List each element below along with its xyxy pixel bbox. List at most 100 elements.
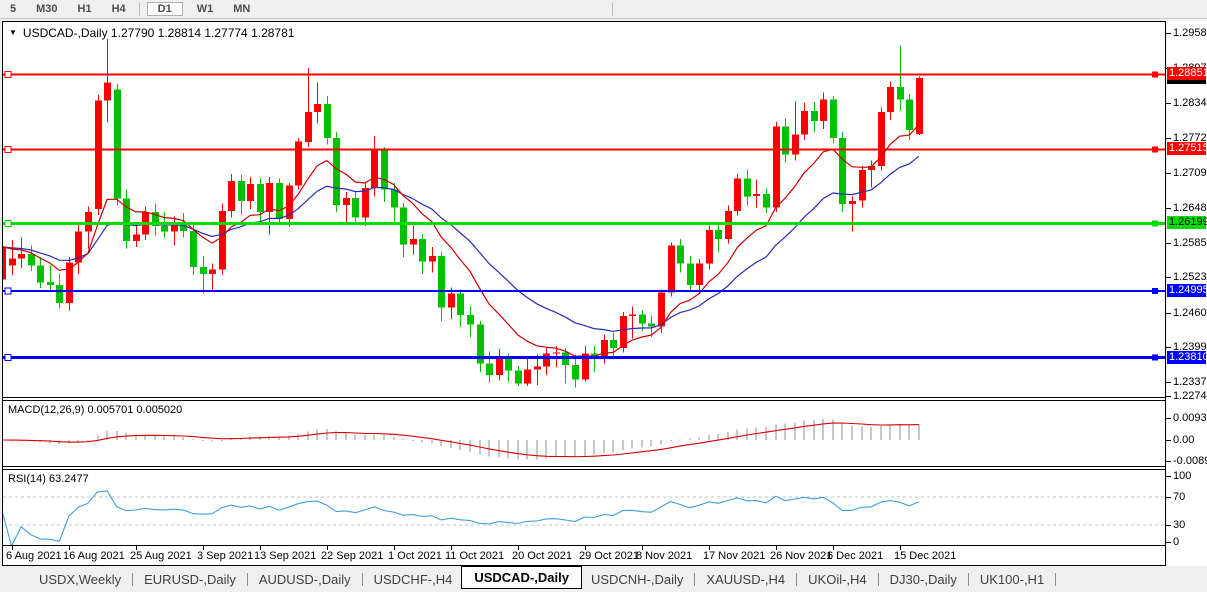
candle-body[interactable] (859, 169, 866, 201)
candle-body[interactable] (639, 314, 646, 324)
timeframe-button-w1[interactable]: W1 (191, 2, 220, 16)
candle-body[interactable] (56, 285, 63, 304)
candle-body[interactable] (114, 89, 121, 199)
candle-body[interactable] (849, 200, 856, 205)
candle-body[interactable] (133, 234, 140, 242)
candle-body[interactable] (238, 181, 245, 201)
pane-separator[interactable] (3, 466, 1165, 467)
candle-body[interactable] (438, 255, 445, 308)
line-handle-left[interactable] (4, 219, 12, 227)
candle-body[interactable] (706, 230, 713, 264)
candle-body[interactable] (410, 239, 417, 245)
candle-body[interactable] (744, 178, 751, 197)
candle-body[interactable] (715, 230, 722, 239)
candle-body[interactable] (95, 100, 102, 210)
line-handle-right[interactable] (1152, 287, 1158, 294)
candle-body[interactable] (314, 104, 321, 112)
candle-body[interactable] (343, 197, 350, 206)
candle-body[interactable] (324, 104, 331, 138)
line-handle-left[interactable] (4, 70, 12, 78)
candle-body[interactable] (266, 182, 273, 212)
candle-body[interactable] (610, 340, 617, 348)
tab-usdcnh-daily[interactable]: USDCNH-,Daily (582, 569, 692, 590)
candle-body[interactable] (219, 210, 226, 270)
candle-body[interactable] (247, 183, 254, 201)
candle-body[interactable] (734, 178, 741, 211)
candle-body[interactable] (543, 353, 550, 367)
candle-body[interactable] (429, 255, 436, 262)
timeframe-button-d1[interactable]: D1 (146, 2, 183, 16)
tab-ukoil-h4[interactable]: UKOil-,H4 (799, 569, 876, 590)
candle-body[interactable] (906, 99, 913, 130)
chart-dropdown-icon[interactable]: ▼ (9, 29, 17, 37)
tab-usdx-weekly[interactable]: USDX,Weekly (30, 569, 130, 590)
candle-body[interactable] (677, 245, 684, 264)
candle-body[interactable] (305, 112, 312, 142)
candle-body[interactable] (820, 99, 827, 121)
candle-body[interactable] (505, 358, 512, 371)
candle-body[interactable] (486, 363, 493, 375)
line-handle-left[interactable] (4, 354, 12, 362)
timeframe-button-h1[interactable]: H1 (72, 2, 98, 16)
candle-body[interactable] (524, 369, 531, 384)
candle-body[interactable] (257, 183, 264, 212)
candle-body[interactable] (792, 134, 799, 155)
candle-body[interactable] (534, 366, 541, 370)
candle-body[interactable] (515, 370, 522, 384)
candle-body[interactable] (391, 189, 398, 208)
candle-body[interactable] (18, 254, 25, 259)
line-handle-left[interactable] (4, 287, 12, 295)
tab-usdchf-h4[interactable]: USDCHF-,H4 (365, 569, 462, 590)
candle-body[interactable] (782, 126, 789, 155)
candle-body[interactable] (276, 182, 283, 219)
candle-body[interactable] (811, 110, 818, 121)
candle-body[interactable] (190, 231, 197, 268)
rsi-indicator-canvas[interactable] (3, 470, 1165, 545)
candle-body[interactable] (362, 187, 369, 218)
tab-uk100-h1[interactable]: UK100-,H1 (971, 569, 1053, 590)
candle-body[interactable] (753, 194, 760, 197)
candle-body[interactable] (467, 314, 474, 325)
candle-body[interactable] (161, 226, 168, 232)
candle-body[interactable] (658, 292, 665, 327)
candle-body[interactable] (47, 282, 54, 285)
pane-separator[interactable] (3, 397, 1165, 398)
candle-body[interactable] (419, 239, 426, 262)
main-chart-canvas[interactable] (3, 22, 1165, 397)
candle-body[interactable] (897, 87, 904, 100)
candle-body[interactable] (763, 194, 770, 208)
tab-dj30-daily[interactable]: DJ30-,Daily (881, 569, 966, 590)
tab-audusd-daily[interactable]: AUDUSD-,Daily (250, 569, 360, 590)
timeframe-button-m30[interactable]: M30 (30, 2, 63, 16)
candle-body[interactable] (887, 87, 894, 112)
line-handle-right[interactable] (1152, 220, 1158, 227)
candle-body[interactable] (371, 150, 378, 188)
line-handle-left[interactable] (4, 145, 12, 153)
candle-body[interactable] (916, 78, 923, 134)
line-handle-right[interactable] (1152, 71, 1158, 78)
candle-body[interactable] (333, 137, 340, 206)
candle-body[interactable] (209, 269, 216, 274)
candle-body[interactable] (448, 293, 455, 308)
candle-body[interactable] (687, 263, 694, 286)
candle-body[interactable] (352, 197, 359, 218)
candle-body[interactable] (9, 258, 16, 266)
line-handle-right[interactable] (1152, 354, 1158, 361)
timeframe-button-h4[interactable]: H4 (106, 2, 132, 16)
candle-body[interactable] (668, 245, 675, 293)
tab-usdcad-daily[interactable]: USDCAD-,Daily (461, 565, 582, 589)
candle-body[interactable] (295, 141, 302, 186)
candle-body[interactable] (572, 364, 579, 380)
candle-body[interactable] (648, 323, 655, 327)
candle-body[interactable] (830, 99, 837, 138)
timeframe-button-mn[interactable]: MN (227, 2, 256, 16)
candle-body[interactable] (37, 265, 44, 283)
candle-body[interactable] (104, 82, 111, 101)
candle-body[interactable] (400, 207, 407, 245)
candle-body[interactable] (725, 210, 732, 239)
candle-body[interactable] (457, 293, 464, 315)
tab-xauusd-h4[interactable]: XAUUSD-,H4 (697, 569, 794, 590)
candle-body[interactable] (3, 246, 6, 280)
candle-body[interactable] (496, 358, 503, 375)
candle-body[interactable] (601, 340, 608, 359)
